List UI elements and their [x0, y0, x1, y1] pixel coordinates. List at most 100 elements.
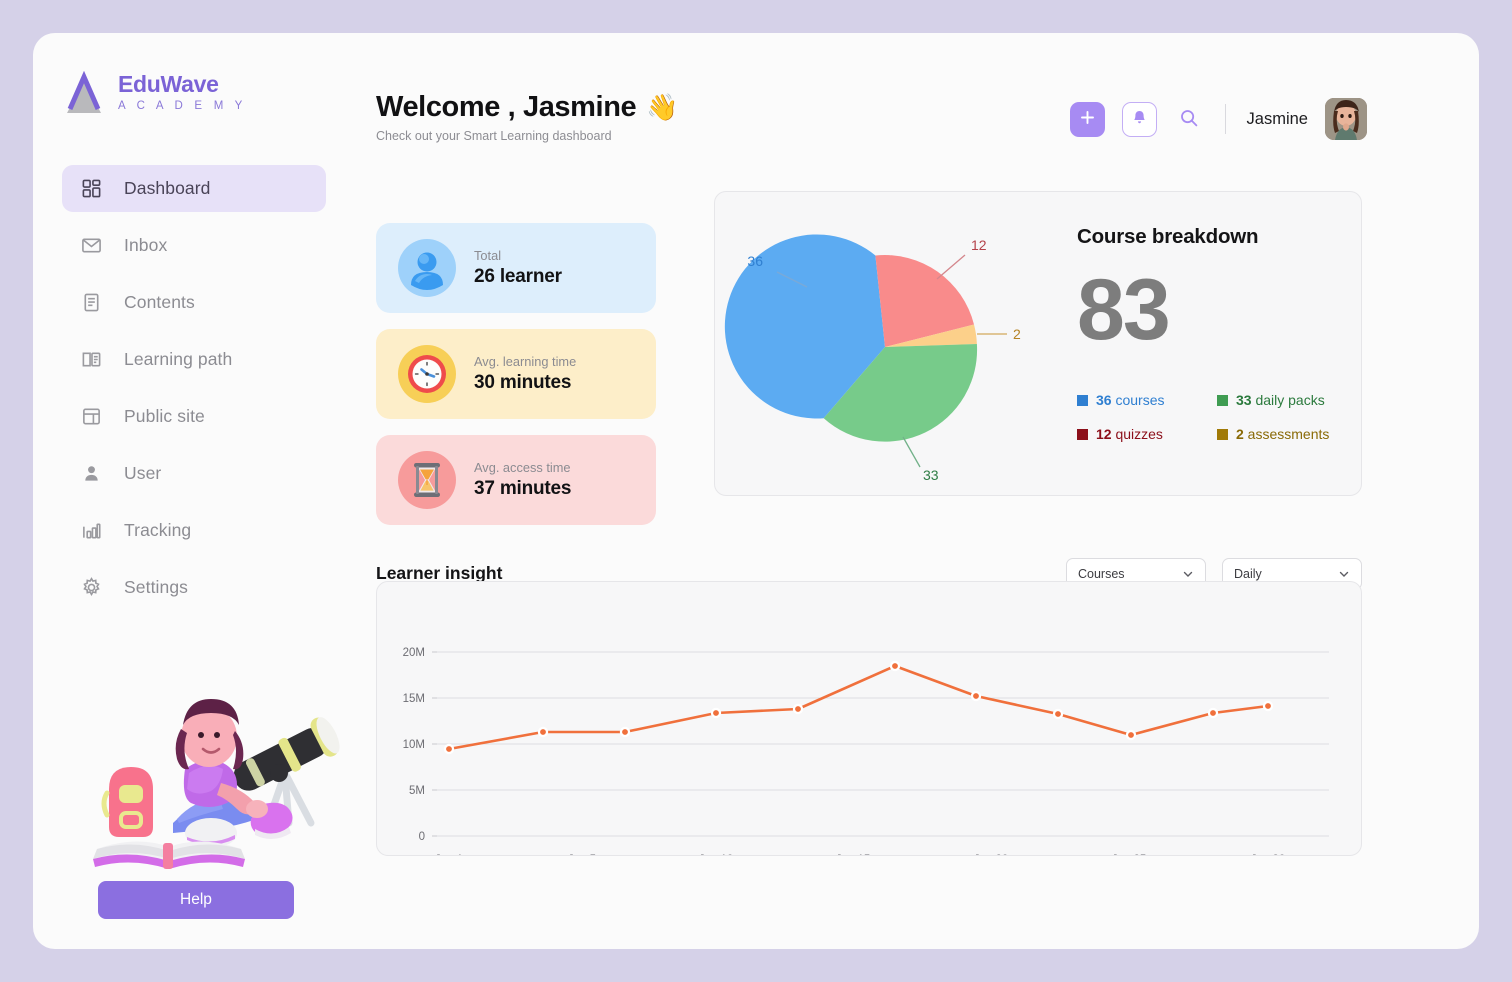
legend-item-quizzes: 12 quizzes: [1077, 426, 1217, 442]
search-icon: [1179, 108, 1199, 131]
sidebar-item-label: User: [124, 463, 162, 483]
sidebar-nav: Dashboard Inbox Contents Learning path P…: [62, 165, 326, 621]
bell-icon: [1131, 109, 1148, 129]
help-button[interactable]: Help: [98, 881, 294, 919]
pie-label-36: 36: [747, 253, 763, 269]
stat-card-avg-access-time[interactable]: Avg. access time 37 minutes: [376, 435, 656, 525]
sidebar-item-label: Settings: [124, 577, 189, 597]
sidebar-item-learning-path[interactable]: Learning path: [62, 336, 326, 383]
breakdown-title: Course breakdown: [1077, 225, 1259, 248]
learner-insight-line-chart: 20M 15M 10M 5M 0 Jan 1 Jan 5 Jan 10 Jan …: [403, 647, 1329, 855]
brand-subtitle: A C A D E M Y: [118, 100, 247, 113]
learner-insight-chart-panel: 20M 15M 10M 5M 0 Jan 1 Jan 5 Jan 10 Jan …: [376, 581, 1362, 856]
sidebar-item-label: Dashboard: [124, 178, 211, 198]
sidebar-item-contents[interactable]: Contents: [62, 279, 326, 326]
girl-with-telescope-illustration: [89, 673, 349, 873]
stat-value: 30 minutes: [474, 372, 572, 393]
legend-text: courses: [1111, 392, 1165, 408]
stat-label: Total: [474, 248, 502, 263]
sidebar-item-tracking[interactable]: Tracking: [62, 507, 326, 554]
brand-name: EduWave: [118, 71, 219, 98]
app-window: EduWave A C A D E M Y Dashboard Inbox Co…: [33, 33, 1479, 949]
breakdown-total: 83: [1077, 262, 1171, 358]
clock-3d-icon: [398, 345, 456, 403]
legend-item-courses: 36 courses: [1077, 392, 1217, 408]
stat-label: Avg. access time: [474, 460, 571, 475]
y-tick-5M: 5M: [409, 785, 425, 797]
pie-label-33: 33: [923, 467, 939, 483]
chevron-down-icon: [1182, 568, 1194, 580]
y-tick-10M: 10M: [403, 739, 425, 751]
avatar[interactable]: [1325, 98, 1367, 140]
person-3d-icon: [398, 239, 456, 297]
plus-icon: [1080, 110, 1095, 128]
sidebar-item-public-site[interactable]: Public site: [62, 393, 326, 440]
sidebar-item-inbox[interactable]: Inbox: [62, 222, 326, 269]
x-tick-jan1: Jan 1: [435, 854, 463, 855]
notifications-button[interactable]: [1121, 101, 1157, 137]
sidebar-item-label: Public site: [124, 406, 205, 426]
legend-value: 2: [1236, 426, 1244, 442]
legend-text: quizzes: [1111, 426, 1163, 442]
sidebar-item-label: Inbox: [124, 235, 168, 255]
bar-chart-icon: [80, 520, 102, 542]
add-button[interactable]: [1069, 101, 1105, 137]
gear-icon: [80, 577, 102, 599]
welcome-block: Welcome , Jasmine 👋 Check out your Smart…: [376, 91, 679, 143]
pie-label-2: 2: [1013, 326, 1021, 342]
hourglass-3d-icon: [398, 451, 456, 509]
stat-card-avg-learning-time[interactable]: Avg. learning time 30 minutes: [376, 329, 656, 419]
x-tick-jan10: Jan 10: [699, 854, 734, 855]
sidebar-item-dashboard[interactable]: Dashboard: [62, 165, 326, 212]
chevron-down-icon: [1338, 568, 1350, 580]
triangle-arrow-logo-icon: [64, 70, 104, 115]
sidebar-item-label: Tracking: [124, 520, 192, 540]
divider: [1224, 104, 1226, 134]
legend-value: 33: [1236, 392, 1252, 408]
line-data-points: [443, 660, 1274, 755]
course-breakdown-panel: 36 12 2 33 Course breakdown 83 36 course…: [714, 191, 1362, 496]
sidebar: EduWave A C A D E M Y Dashboard Inbox Co…: [33, 33, 376, 949]
stat-label: Avg. learning time: [474, 354, 577, 369]
line-series-courses: [447, 664, 1270, 751]
stat-value: 26 learner: [474, 266, 562, 287]
x-tick-jan30: Jan 30: [1251, 854, 1286, 855]
user-name: Jasmine: [1246, 109, 1308, 128]
x-tick-jan20: Jan 20: [974, 854, 1009, 855]
stat-cards: Total 26 learner Avg. learning time 30 m…: [376, 223, 656, 541]
legend-swatch: [1077, 428, 1088, 440]
legend-swatch: [1217, 394, 1228, 406]
y-tick-0: 0: [419, 831, 425, 843]
y-tick-20M: 20M: [403, 647, 425, 659]
legend-swatch: [1077, 394, 1088, 406]
legend-value: 12: [1096, 426, 1112, 442]
y-tick-15M: 15M: [403, 693, 425, 705]
page-title-text: Welcome , Jasmine: [376, 91, 637, 123]
legend-item-daily-packs: 33 daily packs: [1217, 392, 1357, 408]
legend-value: 36: [1096, 392, 1112, 408]
waving-hand-icon: 👋: [646, 92, 679, 122]
x-tick-jan15: Jan 15: [836, 854, 871, 855]
legend-text: assessments: [1243, 426, 1330, 442]
open-book-icon: [80, 349, 102, 371]
metric-select-value: Courses: [1078, 567, 1125, 581]
course-breakdown-pie-chart: 36 12 2 33: [724, 234, 1021, 483]
period-select-value: Daily: [1234, 567, 1262, 581]
legend-item-assessments: 2 assessments: [1217, 426, 1357, 442]
legend-text: daily packs: [1251, 392, 1325, 408]
search-button[interactable]: [1174, 104, 1204, 134]
sidebar-item-settings[interactable]: Settings: [62, 564, 326, 611]
document-icon: [80, 292, 102, 314]
sidebar-item-label: Learning path: [124, 349, 233, 369]
page-title: Welcome , Jasmine 👋: [376, 91, 679, 124]
legend-swatch: [1217, 428, 1228, 440]
stat-card-total-learners[interactable]: Total 26 learner: [376, 223, 656, 313]
grid-icon: [80, 178, 102, 200]
sidebar-item-label: Contents: [124, 292, 195, 312]
page-header: Welcome , Jasmine 👋 Check out your Smart…: [376, 33, 1479, 153]
sidebar-item-user[interactable]: User: [62, 450, 326, 497]
brand-logo[interactable]: EduWave A C A D E M Y: [64, 70, 247, 115]
page-subtitle: Check out your Smart Learning dashboard: [376, 129, 612, 143]
pie-label-12: 12: [971, 237, 987, 253]
x-tick-jan25: Jan 25: [1112, 854, 1147, 855]
